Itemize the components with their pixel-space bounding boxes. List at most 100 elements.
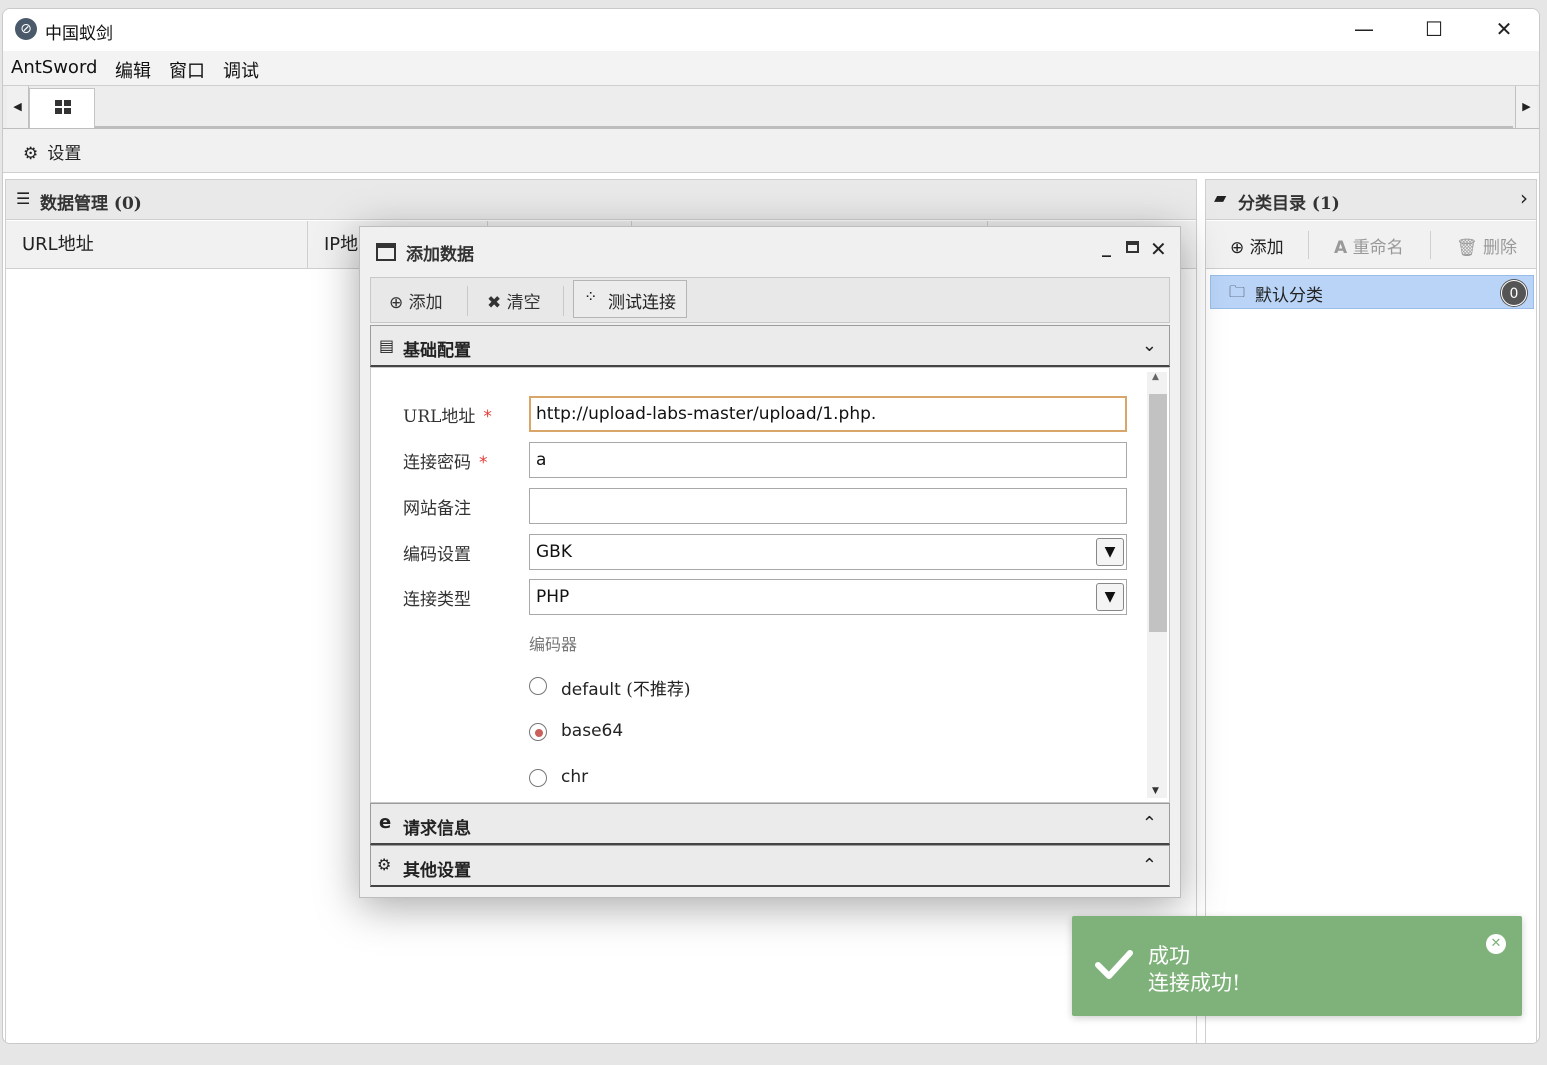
type-select[interactable]: PHP ▼	[529, 579, 1127, 615]
section-other-settings[interactable]: ⚙ 其他设置 ⌃	[370, 845, 1170, 887]
scroll-up-icon[interactable]: ▲	[1152, 372, 1159, 382]
category-toolbar: ⊕ 添加 A 重命名 🗑 删除	[1206, 221, 1536, 269]
encoder-note: (不推荐)	[626, 680, 691, 700]
category-delete-label: 删除	[1483, 238, 1517, 258]
scroll-thumb[interactable]	[1149, 394, 1167, 632]
encoding-value: GBK	[536, 542, 572, 562]
category-rename-label: 重命名	[1352, 238, 1404, 258]
form-scrollbar[interactable]: ▲ ▼	[1147, 372, 1167, 798]
dialog-toolbar: ⊕ 添加 ✖ 清空 ⁘ 测试连接	[370, 277, 1170, 323]
chevron-down-icon[interactable]: ▼	[1096, 538, 1124, 566]
radio-default-label[interactable]: default (不推荐)	[561, 675, 691, 700]
radio-chr[interactable]	[529, 769, 547, 787]
test-connection-button[interactable]: ⁘ 测试连接	[573, 280, 687, 318]
collapse-chevron-icon[interactable]: ›	[1520, 186, 1528, 210]
radio-base64-label[interactable]: base64	[561, 721, 623, 741]
column-url[interactable]: URL地址	[6, 221, 308, 269]
toolbar-separator	[563, 286, 564, 316]
tab-scroll-left-icon[interactable]: ◀	[7, 86, 29, 128]
x-icon: ✖	[487, 293, 502, 313]
password-input[interactable]: a	[529, 442, 1127, 478]
category-delete-button[interactable]: 🗑 删除	[1456, 233, 1517, 258]
chevron-down-icon: ⌄	[1141, 335, 1157, 356]
dialog-maximize-icon[interactable]	[1126, 241, 1139, 253]
dialog-add-button[interactable]: ⊕ 添加	[389, 288, 443, 313]
tab-scroll-right-icon[interactable]: ▶	[1515, 86, 1537, 128]
url-label: URL地址 *	[403, 402, 492, 427]
toast-message: 连接成功!	[1148, 971, 1241, 995]
section-basic-title: 基础配置	[403, 341, 471, 361]
chevron-down-icon[interactable]: ▼	[1096, 583, 1124, 611]
password-label-text: 连接密码	[403, 453, 471, 473]
data-panel-title: 数据管理 (0)	[40, 194, 142, 214]
main-toolbar: ⚙ 设置	[3, 129, 1539, 173]
trash-icon: 🗑	[1456, 238, 1478, 258]
toast-close-icon[interactable]: ✕	[1486, 934, 1506, 954]
section-basic-config[interactable]: ▤ 基础配置 ⌄	[370, 325, 1170, 367]
dialog-title: 添加数据	[406, 245, 474, 265]
section-request-info[interactable]: e 请求信息 ⌃	[370, 803, 1170, 845]
note-input[interactable]	[529, 488, 1127, 524]
chevron-up-icon: ⌃	[1141, 855, 1157, 876]
dialog-clear-button[interactable]: ✖ 清空	[487, 288, 541, 313]
category-panel-header: ▰ 分类目录 (1) ›	[1206, 180, 1536, 220]
chevron-up-icon: ⌃	[1141, 813, 1157, 834]
antsword-logo-icon: ⊘	[15, 18, 37, 40]
category-panel-title: 分类目录 (1)	[1238, 194, 1340, 214]
toast-title: 成功	[1148, 944, 1190, 968]
close-button[interactable]: ✕	[1469, 9, 1539, 49]
encoder-label: 编码器	[529, 635, 578, 654]
folder-open-icon: 🗀	[1229, 282, 1246, 301]
category-count-badge: 0	[1501, 280, 1527, 306]
basic-config-form: URL地址 * http://upload-labs-master/upload/…	[370, 367, 1170, 803]
category-rename-button[interactable]: A 重命名	[1334, 233, 1404, 258]
category-item-default[interactable]: 🗀 默认分类 0	[1210, 275, 1534, 309]
tab-strip: ◀ ▶	[3, 85, 1539, 129]
section-other-title: 其他设置	[403, 861, 471, 881]
font-a-icon: A	[1334, 238, 1348, 258]
title-bar: ⊘ 中国蚁剑 — ☐ ✕	[3, 9, 1539, 51]
menu-debug[interactable]: 调试	[223, 57, 259, 83]
folder-icon: ▰	[1214, 188, 1227, 207]
menu-edit[interactable]: 编辑	[115, 57, 151, 83]
window-icon	[376, 243, 396, 261]
type-label: 连接类型	[403, 590, 471, 610]
dialog-close-icon[interactable]: ✕	[1150, 237, 1167, 261]
browser-e-icon: e	[379, 812, 392, 833]
radio-chr-label[interactable]: chr	[561, 767, 588, 787]
url-label-text: URL地址	[403, 407, 476, 427]
data-panel-header: ☰ 数据管理 (0)	[6, 180, 1196, 220]
success-toast: 成功 连接成功! ✕	[1072, 916, 1522, 1016]
minimize-button[interactable]: —	[1329, 9, 1399, 49]
gears-icon: ⚙	[377, 855, 392, 874]
menu-window[interactable]: 窗口	[169, 57, 205, 83]
spinner-icon: ⁘	[584, 287, 598, 306]
required-mark: *	[479, 453, 488, 473]
url-input[interactable]: http://upload-labs-master/upload/1.php.	[529, 396, 1127, 432]
toolbar-separator	[467, 286, 468, 316]
category-item-label: 默认分类	[1255, 286, 1323, 306]
menu-antsword[interactable]: AntSword	[11, 57, 97, 78]
scroll-down-icon[interactable]: ▼	[1152, 786, 1159, 796]
maximize-button[interactable]: ☐	[1399, 9, 1469, 49]
encoding-select[interactable]: GBK ▼	[529, 534, 1127, 570]
radio-base64[interactable]	[529, 723, 547, 741]
category-panel: ▰ 分类目录 (1) › ⊕ 添加 A 重命名 🗑 删除 🗀 默认分类 0	[1205, 179, 1537, 1043]
add-data-dialog: 添加数据 _ ✕ ⊕ 添加 ✖ 清空 ⁘ 测试连接 ▤ 基础配置 ⌄ URL地址…	[359, 226, 1181, 898]
settings-label: 设置	[47, 144, 82, 164]
dialog-minimize-icon[interactable]: _	[1102, 237, 1111, 258]
menu-bar: AntSword 编辑 窗口 调试	[3, 51, 1539, 85]
encoding-label: 编码设置	[403, 545, 471, 565]
category-add-button[interactable]: ⊕ 添加	[1230, 233, 1284, 258]
password-label: 连接密码 *	[403, 448, 488, 473]
radio-default[interactable]	[529, 677, 547, 695]
toolbar-separator	[1430, 231, 1431, 259]
tab-home[interactable]	[29, 88, 95, 128]
document-icon: ▤	[379, 336, 395, 355]
window-title: 中国蚁剑	[45, 24, 113, 44]
note-label: 网站备注	[403, 499, 471, 519]
toolbar-separator	[1308, 231, 1309, 259]
dialog-add-label: 添加	[408, 293, 443, 313]
settings-button[interactable]: ⚙ 设置	[23, 139, 81, 164]
type-value: PHP	[536, 587, 570, 607]
